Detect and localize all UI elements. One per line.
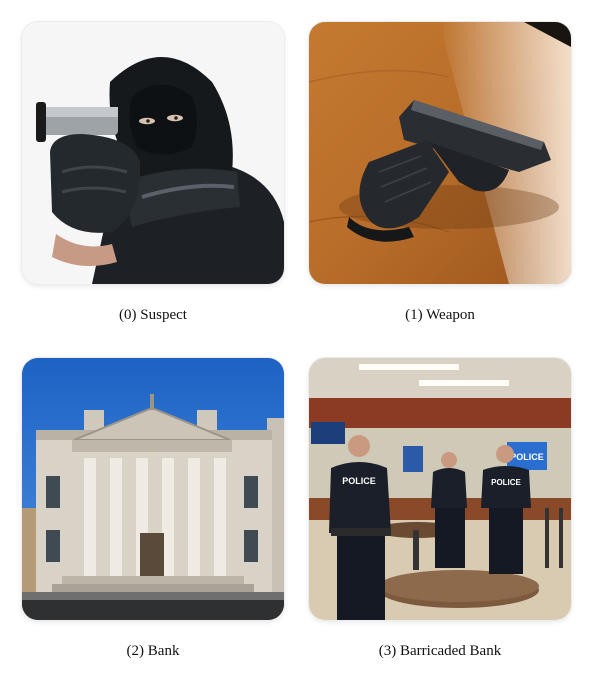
caption-suspect: (0) Suspect xyxy=(119,307,187,323)
weapon-illustration xyxy=(309,22,571,284)
officer-vest-label: POLICE xyxy=(342,476,376,486)
bank-building-illustration xyxy=(22,358,284,620)
weapon-image-card xyxy=(309,22,571,284)
caption-weapon: (1) Weapon xyxy=(405,307,475,323)
caption-barricaded-bank: (3) Barricaded Bank xyxy=(378,643,502,659)
police-in-bank-illustration: POLICE POLICE POLICE xyxy=(309,358,571,620)
caption-bank: (2) Bank xyxy=(126,643,180,659)
suspect-image-card xyxy=(22,22,284,284)
suspect-illustration xyxy=(22,22,284,284)
wall-police-sign: POLICE xyxy=(510,452,544,462)
officer-vest-label: POLICE xyxy=(491,478,521,487)
bank-image-card xyxy=(22,358,284,620)
barricaded-bank-image-card: POLICE POLICE POLICE xyxy=(309,358,571,620)
